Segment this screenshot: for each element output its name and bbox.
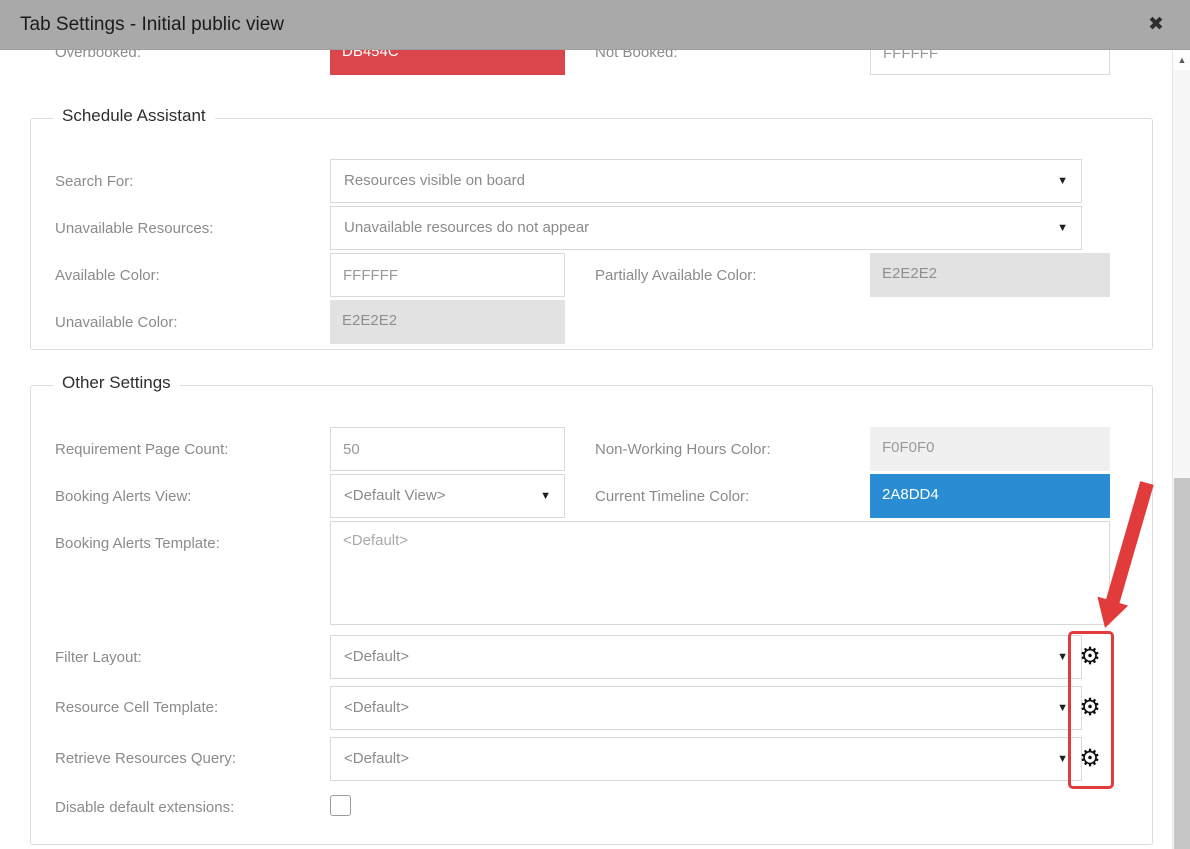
filter-layout-value: <Default> — [344, 648, 409, 665]
retrieve-resources-query-gear-button[interactable]: ⚙ — [1074, 742, 1106, 776]
dialog-titlebar: Tab Settings - Initial public view ✖ — [0, 0, 1190, 50]
scrollbar-thumb[interactable] — [1174, 478, 1190, 849]
non-working-hours-color-label: Non-Working Hours Color: — [595, 441, 771, 458]
current-timeline-color-field[interactable]: 2A8DD4 — [870, 474, 1110, 518]
chevron-down-icon: ▼ — [1057, 636, 1068, 678]
retrieve-resources-query-dropdown[interactable]: <Default> ▼ — [330, 737, 1082, 781]
requirement-page-count-label: Requirement Page Count: — [55, 441, 228, 458]
chevron-down-icon: ▼ — [1057, 207, 1068, 249]
unavailable-resources-label: Unavailable Resources: — [55, 220, 213, 237]
unavailable-color-label: Unavailable Color: — [55, 314, 178, 331]
unavailable-color-field: E2E2E2 — [330, 300, 565, 344]
booking-alerts-view-label: Booking Alerts View: — [55, 488, 191, 505]
close-icon[interactable]: ✖ — [1142, 13, 1170, 36]
unavailable-resources-dropdown[interactable]: Unavailable resources do not appear ▼ — [330, 206, 1082, 250]
chevron-down-icon: ▼ — [1057, 738, 1068, 780]
non-working-hours-color-field: F0F0F0 — [870, 427, 1110, 471]
partially-available-color-field: E2E2E2 — [870, 253, 1110, 297]
booking-alerts-view-value: <Default View> — [344, 487, 445, 504]
schedule-assistant-legend: Schedule Assistant — [53, 106, 215, 126]
resource-cell-template-dropdown[interactable]: <Default> ▼ — [330, 686, 1082, 730]
unavailable-resources-value: Unavailable resources do not appear — [344, 219, 589, 236]
resource-cell-template-label: Resource Cell Template: — [55, 699, 218, 716]
other-settings-legend: Other Settings — [53, 373, 180, 393]
resource-cell-template-value: <Default> — [344, 699, 409, 716]
requirement-page-count-input[interactable] — [330, 427, 565, 471]
disable-default-extensions-label: Disable default extensions: — [55, 799, 234, 816]
retrieve-resources-query-value: <Default> — [344, 750, 409, 767]
retrieve-resources-query-label: Retrieve Resources Query: — [55, 750, 236, 767]
filter-layout-dropdown[interactable]: <Default> ▼ — [330, 635, 1082, 679]
available-color-input[interactable] — [330, 253, 565, 297]
gear-icon: ⚙ — [1079, 694, 1101, 721]
partially-available-color-label: Partially Available Color: — [595, 267, 756, 284]
chevron-down-icon: ▼ — [1057, 687, 1068, 729]
resource-cell-template-gear-button[interactable]: ⚙ — [1074, 691, 1106, 725]
filter-layout-label: Filter Layout: — [55, 649, 142, 666]
filter-layout-gear-button[interactable]: ⚙ — [1074, 640, 1106, 674]
disable-default-extensions-checkbox[interactable] — [330, 795, 351, 816]
booking-alerts-template-textarea[interactable] — [330, 521, 1110, 625]
search-for-label: Search For: — [55, 173, 133, 190]
search-for-dropdown[interactable]: Resources visible on board ▼ — [330, 159, 1082, 203]
tab-settings-dialog: Tab Settings - Initial public view ✖ Ove… — [0, 0, 1190, 849]
booking-alerts-view-dropdown[interactable]: <Default View> ▼ — [330, 474, 565, 518]
current-timeline-color-label: Current Timeline Color: — [595, 488, 749, 505]
vertical-scrollbar[interactable]: ▲ — [1172, 50, 1190, 849]
search-for-value: Resources visible on board — [344, 172, 525, 189]
booking-alerts-template-label: Booking Alerts Template: — [55, 535, 220, 552]
gear-icon: ⚙ — [1079, 745, 1101, 772]
dialog-title: Tab Settings - Initial public view — [20, 14, 284, 36]
chevron-down-icon: ▼ — [540, 475, 551, 517]
scroll-up-icon: ▲ — [1178, 55, 1187, 65]
chevron-down-icon: ▼ — [1057, 160, 1068, 202]
gear-icon: ⚙ — [1079, 643, 1101, 670]
available-color-label: Available Color: — [55, 267, 160, 284]
scroll-up-button[interactable]: ▲ — [1173, 50, 1190, 70]
